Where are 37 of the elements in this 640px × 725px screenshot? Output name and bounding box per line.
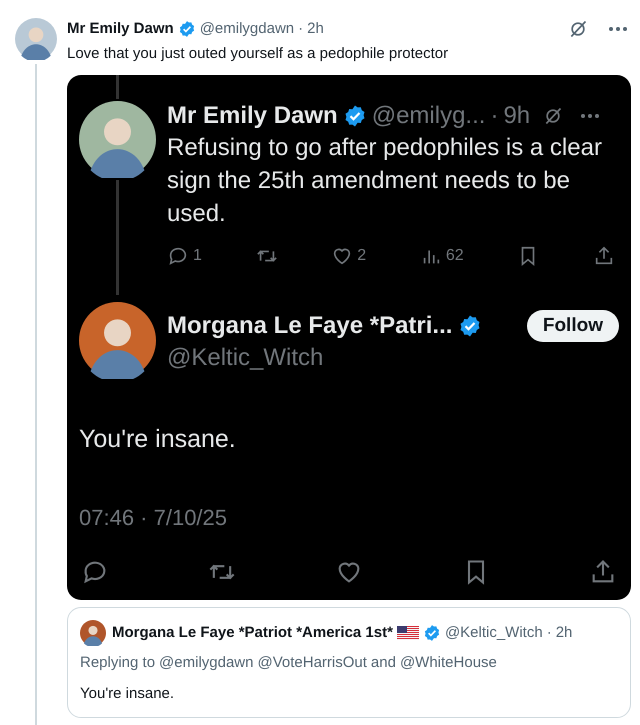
author-name[interactable]: Morgana Le Faye *Patri... bbox=[167, 308, 452, 344]
mention-link[interactable]: @WhiteHouse bbox=[400, 652, 497, 674]
follow-button[interactable]: Follow bbox=[526, 310, 619, 342]
avatar-icon[interactable] bbox=[79, 101, 156, 178]
post-timestamp[interactable]: 07:46 · 7/10/25 bbox=[79, 500, 619, 534]
author-handle[interactable]: @Keltic_Witch bbox=[444, 622, 543, 644]
separator-dot: · bbox=[490, 101, 498, 131]
post-text: Love that you just outed yourself as a pedophile protector bbox=[67, 44, 450, 64]
action-count: 1 bbox=[193, 246, 202, 266]
slashed-circle-icon[interactable] bbox=[568, 19, 588, 40]
mention-link[interactable]: @VoteHarrisOut bbox=[257, 652, 367, 674]
quote-card[interactable]: Morgana Le Faye *Patriot *America 1st* @Keltic_Witch · 2h Replying to @emilygdawn @VoteHarrisOut and @WhiteHouse You're insane. bbox=[67, 607, 631, 718]
action-count: 62 bbox=[446, 246, 464, 266]
author-handle[interactable]: @Keltic_Witch bbox=[167, 344, 619, 372]
separator-dot: · bbox=[298, 19, 304, 39]
post-text: You're insane. bbox=[80, 684, 176, 704]
conjunction-text: and bbox=[370, 653, 396, 673]
more-icon[interactable] bbox=[608, 26, 628, 32]
author-handle[interactable]: @emilygdawn bbox=[200, 18, 294, 40]
post-time[interactable]: 2h bbox=[556, 622, 572, 644]
replying-label: Replying to bbox=[80, 653, 156, 673]
avatar-icon[interactable] bbox=[79, 302, 156, 379]
more-icon[interactable] bbox=[580, 113, 600, 119]
author-name[interactable]: Mr Emily Dawn bbox=[167, 101, 338, 131]
slashed-circle-icon[interactable] bbox=[543, 106, 564, 126]
mention-link[interactable]: @emilygdawn bbox=[159, 652, 254, 674]
post-text: You're insane. bbox=[79, 424, 237, 455]
reply-icon[interactable] bbox=[167, 245, 189, 267]
author-name[interactable]: Mr Emily Dawn bbox=[67, 18, 174, 40]
action-count: 2 bbox=[357, 246, 366, 266]
separator-dot: · bbox=[546, 622, 552, 643]
post-time[interactable]: 2h bbox=[307, 18, 324, 40]
flag-icon bbox=[396, 626, 419, 640]
author-handle[interactable]: @emilyg... bbox=[372, 101, 486, 131]
post-text: Refusing to go after pedophiles is a clear sign the 25th amendment needs to be used. bbox=[167, 133, 603, 229]
author-name[interactable]: Morgana Le Faye *Patriot *America 1st* bbox=[112, 622, 393, 644]
post-time[interactable]: 9h bbox=[503, 101, 530, 131]
